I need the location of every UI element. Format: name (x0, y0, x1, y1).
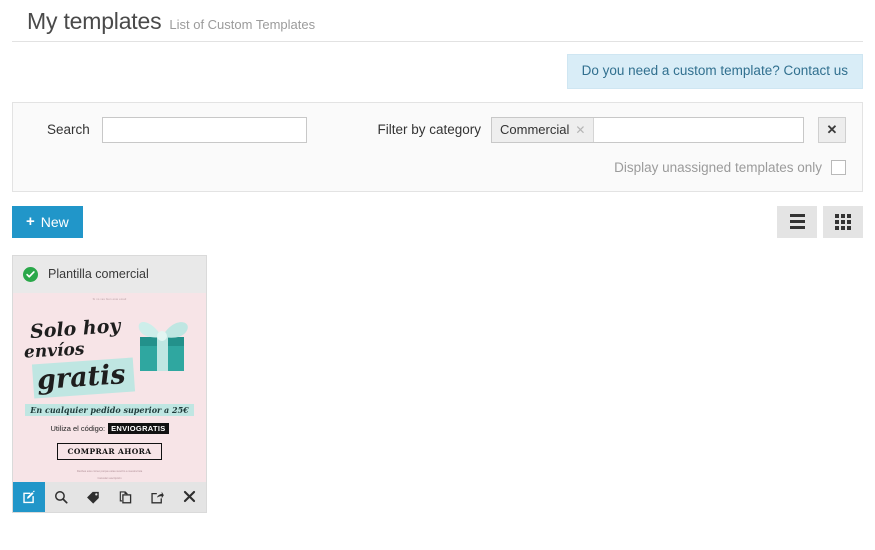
preview-code-line: Utiliza el código: ENVIOGRATIS (50, 423, 169, 435)
gift-box-icon (124, 309, 198, 384)
preview-subline: En cualquier pedido superior a 25€ (25, 404, 194, 417)
edit-template-button[interactable] (13, 481, 45, 512)
list-view-icon (789, 214, 805, 230)
preview-cta-button: COMPRAR AHORA (57, 443, 162, 461)
search-group: Search (47, 116, 307, 143)
chip-remove-icon[interactable]: ✕ (575, 124, 585, 136)
check-circle-icon (23, 266, 38, 282)
list-view-button[interactable] (777, 205, 817, 238)
unassigned-label: Display unassigned templates only (614, 159, 822, 175)
view-toggles (777, 205, 863, 238)
search-label: Search (47, 122, 90, 138)
clear-filters-button[interactable]: ✕ (818, 116, 846, 143)
close-icon: ✕ (826, 121, 838, 137)
plus-icon: + (26, 213, 35, 231)
duplicate-template-button[interactable] (109, 482, 141, 512)
category-label: Filter by category (377, 122, 481, 138)
unassigned-checkbox[interactable] (831, 159, 846, 175)
banner-row: Do you need a custom template? Contact u… (0, 42, 875, 89)
template-preview[interactable]: Si no ves bien este email Solo hoy envío… (13, 292, 206, 482)
search-input[interactable] (101, 116, 307, 143)
new-template-button[interactable]: + New (12, 205, 83, 238)
preview-headline-3: gratis (31, 357, 135, 399)
category-multiselect[interactable]: Commercial ✕ (491, 116, 804, 143)
template-card-list: Plantilla comercial Si no ves bien este … (12, 254, 863, 513)
filter-panel: Search Filter by category Commercial ✕ ✕ (12, 101, 863, 192)
preview-code-value: ENVIOGRATIS (108, 423, 169, 435)
share-icon (150, 490, 164, 504)
new-button-label: New (40, 213, 69, 230)
category-filter-group: Filter by category Commercial ✕ ✕ (377, 116, 846, 143)
card-header: Plantilla comercial (13, 255, 206, 293)
preview-hero: Solo hoy envíos gratis (13, 301, 206, 399)
close-icon (183, 490, 196, 503)
preview-template-button[interactable] (45, 482, 77, 512)
page-header: My templates List of Custom Templates (12, 0, 863, 42)
category-search-input[interactable] (594, 117, 803, 142)
chip-text: Commercial (500, 122, 570, 138)
search-icon (54, 490, 68, 504)
preview-code-label: Utiliza el código: (50, 424, 106, 434)
card-action-bar (13, 481, 206, 512)
preview-footer-line-1: Recibes este correo porque estas suscrit… (76, 470, 143, 474)
templates-page: My templates List of Custom Templates Do… (0, 0, 875, 550)
grid-view-icon (835, 213, 851, 230)
preview-footer-line-2: Cancelar suscripción (97, 476, 122, 480)
toolbar: + New (12, 205, 863, 238)
delete-template-button[interactable] (173, 482, 205, 512)
contact-us-banner[interactable]: Do you need a custom template? Contact u… (566, 54, 863, 89)
export-template-button[interactable] (141, 482, 173, 512)
copy-icon (118, 490, 132, 504)
preview-headline-2: envíos (23, 339, 85, 363)
filter-row: Search Filter by category Commercial ✕ ✕ (29, 116, 846, 143)
page-title: My templates (27, 8, 162, 34)
unassigned-row: Display unassigned templates only (29, 159, 846, 175)
tag-template-button[interactable] (77, 482, 109, 512)
tag-icon (86, 490, 100, 504)
card-title: Plantilla comercial (48, 267, 149, 282)
template-card[interactable]: Plantilla comercial Si no ves bien este … (12, 254, 207, 513)
category-chip-commercial[interactable]: Commercial ✕ (492, 117, 595, 142)
preview-headline-1: Solo hoy (29, 314, 122, 343)
edit-icon (22, 490, 36, 504)
page-subtitle: List of Custom Templates (169, 17, 316, 32)
grid-view-button[interactable] (823, 205, 863, 238)
preview-footer: Recibes este correo porque estas suscrit… (77, 469, 142, 481)
